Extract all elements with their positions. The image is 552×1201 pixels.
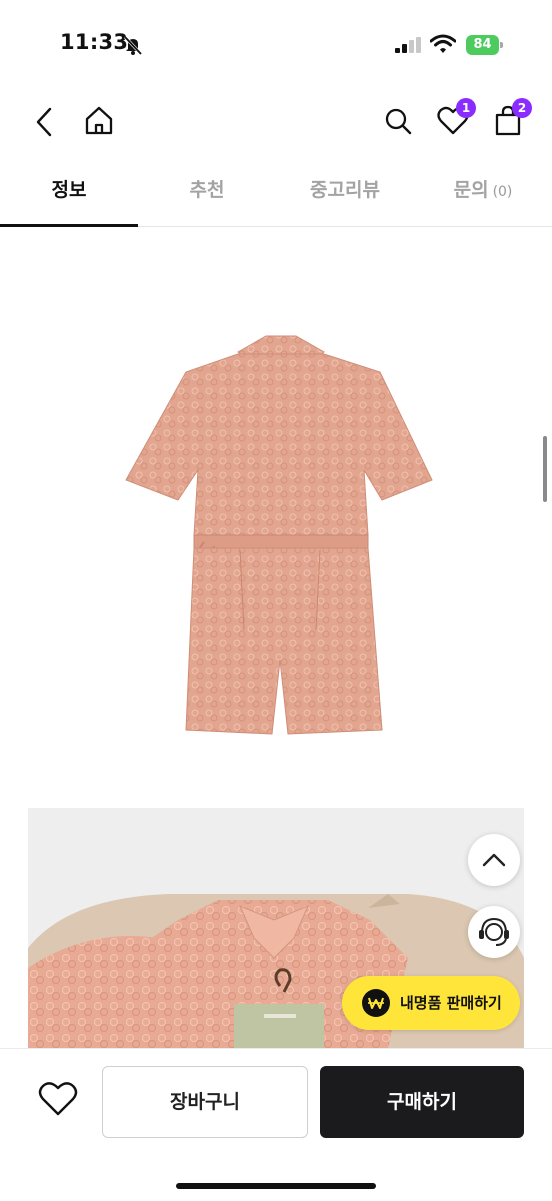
bottom-action-bar: 장바구니 구매하기 bbox=[0, 1048, 552, 1201]
bell-off-icon bbox=[122, 34, 144, 56]
heart-icon bbox=[38, 1082, 78, 1116]
status-time: 11:33 bbox=[60, 30, 129, 54]
search-icon bbox=[385, 108, 412, 135]
scroll-to-top-button[interactable] bbox=[468, 834, 520, 886]
tab-inquiry-count: (0) bbox=[492, 184, 513, 200]
headset-icon bbox=[479, 917, 509, 946]
home-button[interactable] bbox=[82, 104, 116, 138]
customer-support-button[interactable] bbox=[468, 906, 520, 958]
wishlist-button[interactable]: 1 bbox=[436, 98, 476, 138]
chevron-left-icon bbox=[36, 107, 52, 137]
home-icon bbox=[85, 106, 113, 135]
tab-used-review-label: 중고리뷰 bbox=[310, 179, 380, 201]
tab-used-review[interactable]: 중고리뷰 bbox=[276, 160, 414, 226]
tab-recommend[interactable]: 추천 bbox=[138, 160, 276, 226]
battery-level: 84 bbox=[466, 35, 499, 55]
signal-icon bbox=[395, 37, 423, 53]
sell-my-luxury-button[interactable]: 내명품 판매하기 bbox=[342, 976, 520, 1030]
tab-bar: 정보 추천 중고리뷰 문의 (0) bbox=[0, 160, 552, 227]
buy-button[interactable]: 구매하기 bbox=[320, 1066, 524, 1138]
sell-button-label: 내명품 판매하기 bbox=[400, 994, 502, 1012]
wifi-icon bbox=[429, 34, 457, 54]
search-button[interactable] bbox=[382, 104, 414, 138]
battery-tip bbox=[500, 42, 503, 48]
scrollbar[interactable] bbox=[543, 436, 547, 502]
tab-inquiry-label: 문의 bbox=[453, 179, 489, 201]
home-indicator[interactable] bbox=[176, 1183, 376, 1189]
tab-info[interactable]: 정보 bbox=[0, 160, 138, 226]
product-image[interactable] bbox=[120, 330, 440, 750]
tab-info-label: 정보 bbox=[51, 179, 87, 201]
wishlist-badge: 1 bbox=[456, 98, 476, 118]
tab-inquiry[interactable]: 문의 (0) bbox=[414, 160, 552, 226]
like-button[interactable] bbox=[36, 1079, 80, 1119]
chevron-up-icon bbox=[482, 853, 506, 867]
add-to-cart-button[interactable]: 장바구니 bbox=[102, 1066, 308, 1138]
won-icon bbox=[362, 989, 390, 1017]
cart-badge: 2 bbox=[512, 98, 532, 118]
back-button[interactable] bbox=[30, 104, 60, 140]
active-tab-indicator bbox=[0, 224, 138, 227]
tab-recommend-label: 추천 bbox=[189, 179, 225, 201]
battery-indicator: 84 bbox=[466, 35, 504, 55]
cart-button[interactable]: 2 bbox=[492, 98, 532, 138]
